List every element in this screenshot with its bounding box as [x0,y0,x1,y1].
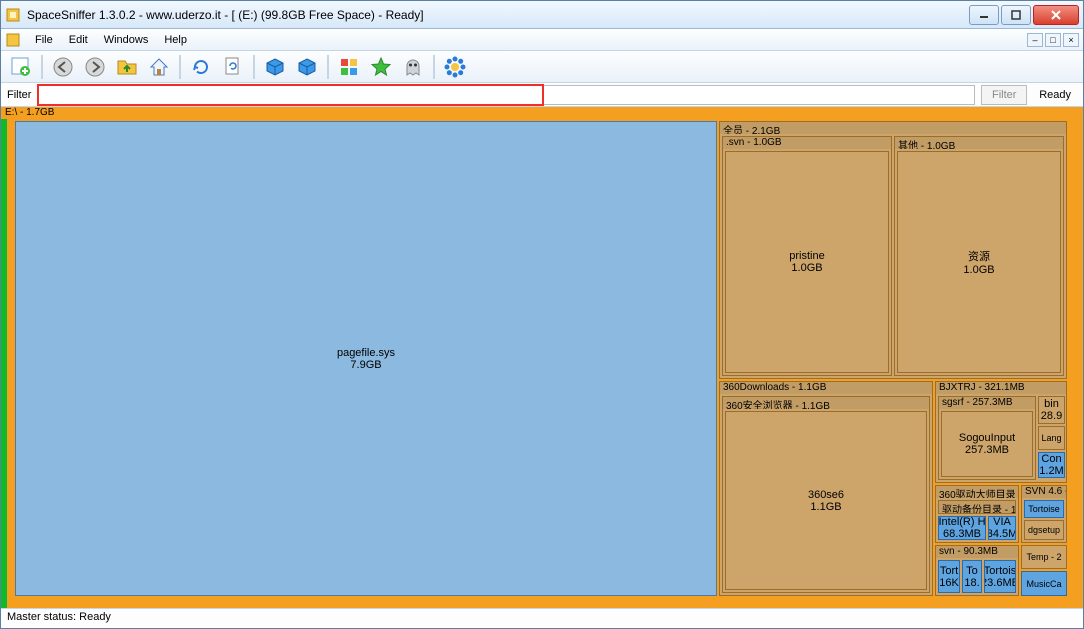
menu-file[interactable]: File [27,32,61,48]
menu-help[interactable]: Help [156,32,195,48]
block-backup[interactable]: 驱动备份目录 - 10 [938,500,1016,514]
block-other[interactable]: 其他 - 1.0GB 资源1.0GB [894,136,1064,376]
block-svn46[interactable]: SVN 4.6 - Tortoise dgsetup [1021,485,1067,543]
home-button[interactable] [145,53,173,81]
block-dgsetup[interactable]: dgsetup [1024,520,1064,540]
gear-flower-button[interactable] [441,53,469,81]
star-button[interactable] [367,53,395,81]
menu-edit[interactable]: Edit [61,32,96,48]
block-360downloads[interactable]: 360Downloads - 1.1GB 360安全浏览器 - 1.1GB 36… [719,381,933,596]
block-intel[interactable]: Intel(R) H68.3MB [938,516,986,540]
blocks-button[interactable] [335,53,363,81]
ghost-button[interactable] [399,53,427,81]
toolbar [1,51,1083,83]
block-svn-hdr: .svn - 1.0GB [723,137,891,149]
folder-up-button[interactable] [113,53,141,81]
forward-button[interactable] [81,53,109,81]
block-tort1[interactable]: Tort16K [938,560,960,593]
filter-button[interactable]: Filter [981,85,1027,105]
window-title: SpaceSniffer 1.3.0.2 - www.uderzo.it - [… [27,8,969,22]
filter-input-wrap [37,84,975,106]
block-pristine-label: pristine1.0GB [789,250,824,274]
block-pristine[interactable]: pristine1.0GB [725,151,889,373]
status-ready: Ready [1033,89,1077,101]
block-allmembers-hdr: 全员 - 2.1GB [720,122,1066,134]
filterbar: Filter Filter Ready [1,83,1083,107]
back-button[interactable] [49,53,77,81]
block-driver[interactable]: 360驱动大师目录 - 驱动备份目录 - 10 Intel(R) H68.3MB… [935,485,1019,543]
app-icon [5,7,21,23]
filter-input-extended[interactable] [544,85,975,105]
menu-windows[interactable]: Windows [96,32,157,48]
refresh-button[interactable] [187,53,215,81]
block-via[interactable]: VIA34.5M [988,516,1016,540]
mdi-minimize-button[interactable]: ‒ [1027,33,1043,47]
block-tort2[interactable]: To18. [962,560,982,593]
block-bin[interactable]: bin28.9 [1038,396,1065,424]
maximize-button[interactable] [1001,5,1031,25]
cube2-button[interactable] [293,53,321,81]
treemap[interactable]: E:\ - 1.7GB pagefile.sys7.9GB 全员 - 2.1GB… [1,107,1083,608]
used-space-bar [7,119,13,608]
block-musicca[interactable]: MusicCa [1021,571,1067,596]
block-tort3[interactable]: Tortois23.6MB [984,560,1016,593]
block-360browser[interactable]: 360安全浏览器 - 1.1GB 360se61.1GB [722,396,930,593]
block-ziyuan-label: 资源1.0GB [963,248,994,276]
mdi-close-button[interactable]: × [1063,33,1079,47]
root-label: E:\ - 1.7GB [1,107,1083,119]
cube1-button[interactable] [261,53,289,81]
block-temp[interactable]: Temp - 2 [1021,545,1067,569]
refresh-file-button[interactable] [219,53,247,81]
app-icon-small [5,32,21,48]
block-allmembers[interactable]: 全员 - 2.1GB .svn - 1.0GB pristine1.0GB 其他… [719,121,1067,379]
minimize-button[interactable] [969,5,999,25]
block-con[interactable]: Con1.2M [1038,452,1065,478]
block-lang[interactable]: Lang [1038,426,1065,450]
block-sgsrf-hdr: sgsrf - 257.3MB [939,397,1035,409]
titlebar: SpaceSniffer 1.3.0.2 - www.uderzo.it - [… [1,1,1083,29]
block-360se6-label: 360se61.1GB [808,489,844,513]
menubar: File Edit Windows Help ‒ □ × [1,29,1083,51]
mdi-restore-button[interactable]: □ [1045,33,1061,47]
block-bjxtrj-hdr: BJXTRJ - 321.1MB [936,382,1066,394]
block-svn[interactable]: .svn - 1.0GB pristine1.0GB [722,136,892,376]
app-window: SpaceSniffer 1.3.0.2 - www.uderzo.it - [… [0,0,1084,629]
block-bjxtrj[interactable]: BJXTRJ - 321.1MB sgsrf - 257.3MB SogouIn… [935,381,1067,483]
filter-label: Filter [7,89,31,101]
block-other-hdr: 其他 - 1.0GB [895,137,1063,149]
block-driver-hdr: 360驱动大师目录 - [936,486,1018,498]
block-pagefile[interactable]: pagefile.sys7.9GB [15,121,717,596]
block-360browser-hdr: 360安全浏览器 - 1.1GB [723,397,929,409]
block-pagefile-label: pagefile.sys7.9GB [337,347,395,371]
filter-input[interactable] [37,84,543,106]
close-button[interactable] [1033,5,1079,25]
block-360se6[interactable]: 360se61.1GB [725,411,927,590]
block-sogou[interactable]: SogouInput257.3MB [941,411,1033,477]
new-scan-button[interactable] [7,53,35,81]
statusbar: Master status: Ready [1,608,1083,628]
block-svn90[interactable]: svn - 90.3MB Tort16K To18. Tortois23.6MB [935,545,1019,596]
block-sogou-label: SogouInput257.3MB [959,432,1015,456]
block-tortoise[interactable]: Tortoise [1024,500,1064,518]
block-ziyuan[interactable]: 资源1.0GB [897,151,1061,373]
block-sgsrf[interactable]: sgsrf - 257.3MB SogouInput257.3MB [938,396,1036,480]
block-360downloads-hdr: 360Downloads - 1.1GB [720,382,932,394]
